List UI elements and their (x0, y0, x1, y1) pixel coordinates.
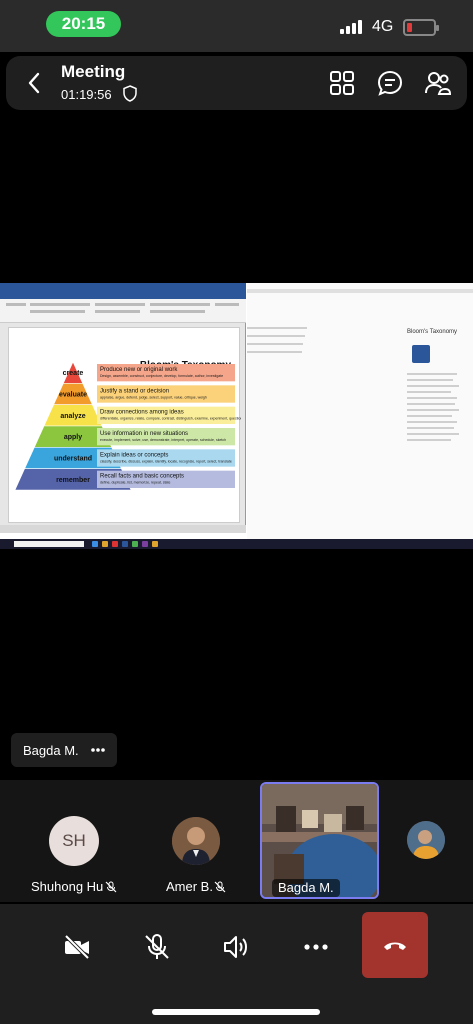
explorer-title: Bloom's Taxonomy (407, 329, 458, 335)
presenter-name: Bagda M. (23, 743, 79, 758)
meeting-timer: 01:19:56 (61, 87, 112, 102)
participant-name: Bagda M. (272, 879, 340, 897)
description-verbs-create: Design, assemble, construct, conjecture,… (100, 374, 223, 378)
word-file-icon (412, 345, 430, 363)
mic-off-icon (145, 934, 169, 959)
presenter-badge[interactable]: Bagda M. (11, 733, 117, 767)
meeting-header: Meeting 01:19:56 (6, 56, 467, 110)
home-indicator[interactable] (152, 1009, 320, 1015)
avatar (407, 821, 445, 859)
mic-toggle-button[interactable] (124, 914, 190, 980)
participant-tile[interactable]: Amer B. (150, 780, 255, 898)
network-type: 4G (372, 18, 394, 35)
word-menubar (0, 292, 246, 299)
camera-off-icon (64, 934, 90, 960)
hang-up-icon (384, 942, 406, 950)
avatar: SH (49, 816, 99, 866)
word-window: Bloom's Taxonomy createProduce new or or… (0, 283, 246, 533)
taskbar-search[interactable] (14, 541, 84, 547)
pyramid-label-understand: understand (54, 456, 92, 463)
grid-layout-icon (330, 71, 354, 95)
back-chevron-icon (28, 72, 40, 94)
more-options-button[interactable] (283, 914, 349, 980)
description-verbs-understand: classify, describe, discuss, explain, id… (100, 459, 232, 463)
status-time[interactable]: 20:15 (46, 11, 121, 37)
participant-video-tile[interactable]: Bagda M. (260, 782, 379, 899)
participant-name: Amer B. (166, 879, 213, 894)
description-title-analyze: Draw connections among ideas (100, 410, 184, 416)
shared-screen[interactable]: Bloom's Taxonomy create Produce new or or… (0, 283, 473, 549)
word-titlebar (0, 283, 246, 292)
participant-tile[interactable]: SH Shuhong Hu (0, 780, 150, 898)
camera-toggle-button[interactable] (44, 914, 110, 980)
avatar (172, 817, 220, 865)
description-verbs-analyze: differentiate, organize, relate, compare… (100, 417, 241, 421)
back-button[interactable] (22, 70, 48, 96)
participants-button[interactable] (424, 69, 452, 97)
more-icon (304, 944, 328, 950)
description-verbs-evaluate: appraise, argue, defend, judge, select, … (100, 395, 207, 399)
meeting-title: Meeting (61, 62, 126, 81)
description-title-create: Produce new or original work (100, 367, 178, 373)
word-statusbar (0, 525, 246, 533)
description-title-evaluate: Justify a stand or decision (100, 388, 169, 394)
pyramid-label-remember: remember (56, 477, 90, 484)
status-bar: 20:15 4G (0, 0, 473, 52)
description-verbs-remember: define, duplicate, list, memorize, repea… (100, 481, 170, 485)
participants-icon (425, 72, 452, 95)
shield-icon (123, 85, 137, 102)
word-ribbon (0, 299, 246, 323)
battery-icon (403, 19, 439, 36)
pyramid-label-evaluate: evaluate (59, 392, 87, 399)
speaker-button[interactable] (203, 914, 269, 980)
description-title-understand: Explain ideas or concepts (100, 452, 168, 458)
blooms-pyramid: create Produce new or original workDesign… (14, 361, 241, 491)
description-title-remember: Recall facts and basic concepts (100, 474, 184, 480)
mic-off-icon (105, 881, 117, 893)
document-page: Bloom's Taxonomy createProduce new or or… (8, 327, 241, 523)
pyramid-label-analyze: analyze (60, 413, 85, 420)
pyramid-label-create: create (63, 370, 84, 377)
participant-name: Shuhong Hu (31, 879, 104, 894)
call-controls (0, 904, 473, 1024)
grid-layout-button[interactable] (328, 69, 356, 97)
file-explorer: Bloom's Taxonomy (247, 283, 473, 539)
windows-taskbar (0, 539, 473, 549)
chat-button[interactable] (376, 69, 404, 97)
participants-strip: SH Shuhong Hu Amer B. Bagda M. (0, 780, 473, 902)
hang-up-button[interactable] (362, 912, 428, 978)
chat-icon (377, 70, 403, 96)
speaker-icon (224, 936, 247, 958)
participant-tile[interactable] (385, 780, 473, 898)
more-icon[interactable] (91, 748, 105, 752)
pyramid-label-apply: apply (64, 434, 82, 441)
mic-off-icon (214, 881, 226, 893)
description-title-apply: Use information in new situations (100, 431, 188, 437)
signal-icon (340, 20, 362, 34)
description-verbs-apply: execute, implement, solve, use, demonstr… (100, 438, 226, 442)
